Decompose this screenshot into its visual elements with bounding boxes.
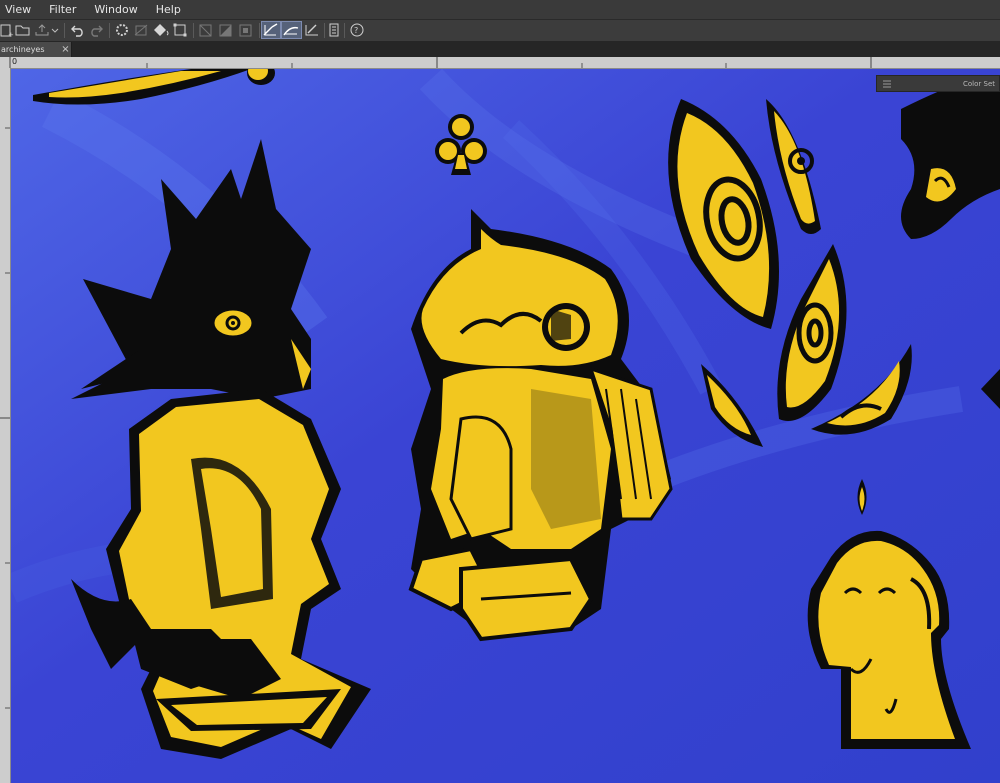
panel-menu-icon[interactable] [881, 78, 893, 90]
menu-view[interactable]: View [0, 0, 40, 19]
clear-layer-icon[interactable] [133, 21, 150, 39]
snap-to-grid-icon[interactable] [303, 21, 321, 39]
ruler-ticks [0, 127, 10, 709]
document-tab-title: archineyes [1, 45, 45, 54]
menu-window[interactable]: Window [85, 0, 146, 19]
menu-help[interactable]: Help [147, 0, 190, 19]
menu-bar: View Filter Window Help [0, 0, 1000, 20]
loading-spinner-icon[interactable] [114, 21, 131, 39]
expand-selection-icon[interactable] [237, 21, 255, 39]
panel-title: Color Set [963, 80, 995, 88]
hide-outside-selection-icon[interactable] [197, 21, 215, 39]
tab-close-icon[interactable]: × [60, 42, 71, 57]
fill-bucket-icon[interactable] [151, 21, 170, 39]
tablet-settings-icon[interactable] [327, 21, 341, 39]
transform-icon[interactable] [172, 21, 189, 39]
help-icon[interactable]: ? [348, 21, 366, 39]
menu-filter[interactable]: Filter [40, 0, 85, 19]
redo-icon[interactable] [88, 21, 105, 39]
color-set-panel[interactable]: Color Set [876, 75, 1000, 92]
toolbar-separator [259, 23, 260, 38]
svg-text:?: ? [354, 26, 358, 35]
invert-selection-icon[interactable] [217, 21, 235, 39]
open-folder-icon[interactable] [15, 21, 31, 39]
snap-to-special-ruler-icon[interactable] [281, 21, 302, 39]
drawing-canvas[interactable] [11, 69, 1000, 783]
ruler-origin-label: 0 [12, 57, 18, 66]
toolbar-separator [109, 23, 110, 38]
snap-to-ruler-icon[interactable] [261, 21, 281, 39]
artwork [11, 69, 1000, 783]
vertical-ruler[interactable] [0, 68, 11, 783]
horizontal-ruler[interactable]: 0 [0, 57, 1000, 69]
document-tab-bar: archineyes × [0, 42, 1000, 57]
toolbar-separator [324, 23, 325, 38]
ruler-ticks [9, 57, 872, 68]
new-canvas-icon[interactable]: + [0, 21, 14, 39]
undo-icon[interactable] [69, 21, 86, 39]
export-dropdown-icon[interactable] [34, 21, 60, 39]
toolbar-separator [64, 23, 65, 38]
toolbar-separator [193, 23, 194, 38]
toolbar-separator [344, 23, 345, 38]
document-tab[interactable]: archineyes × [0, 42, 72, 57]
svg-text:+: + [8, 31, 14, 38]
command-bar: + ? [0, 20, 1000, 42]
